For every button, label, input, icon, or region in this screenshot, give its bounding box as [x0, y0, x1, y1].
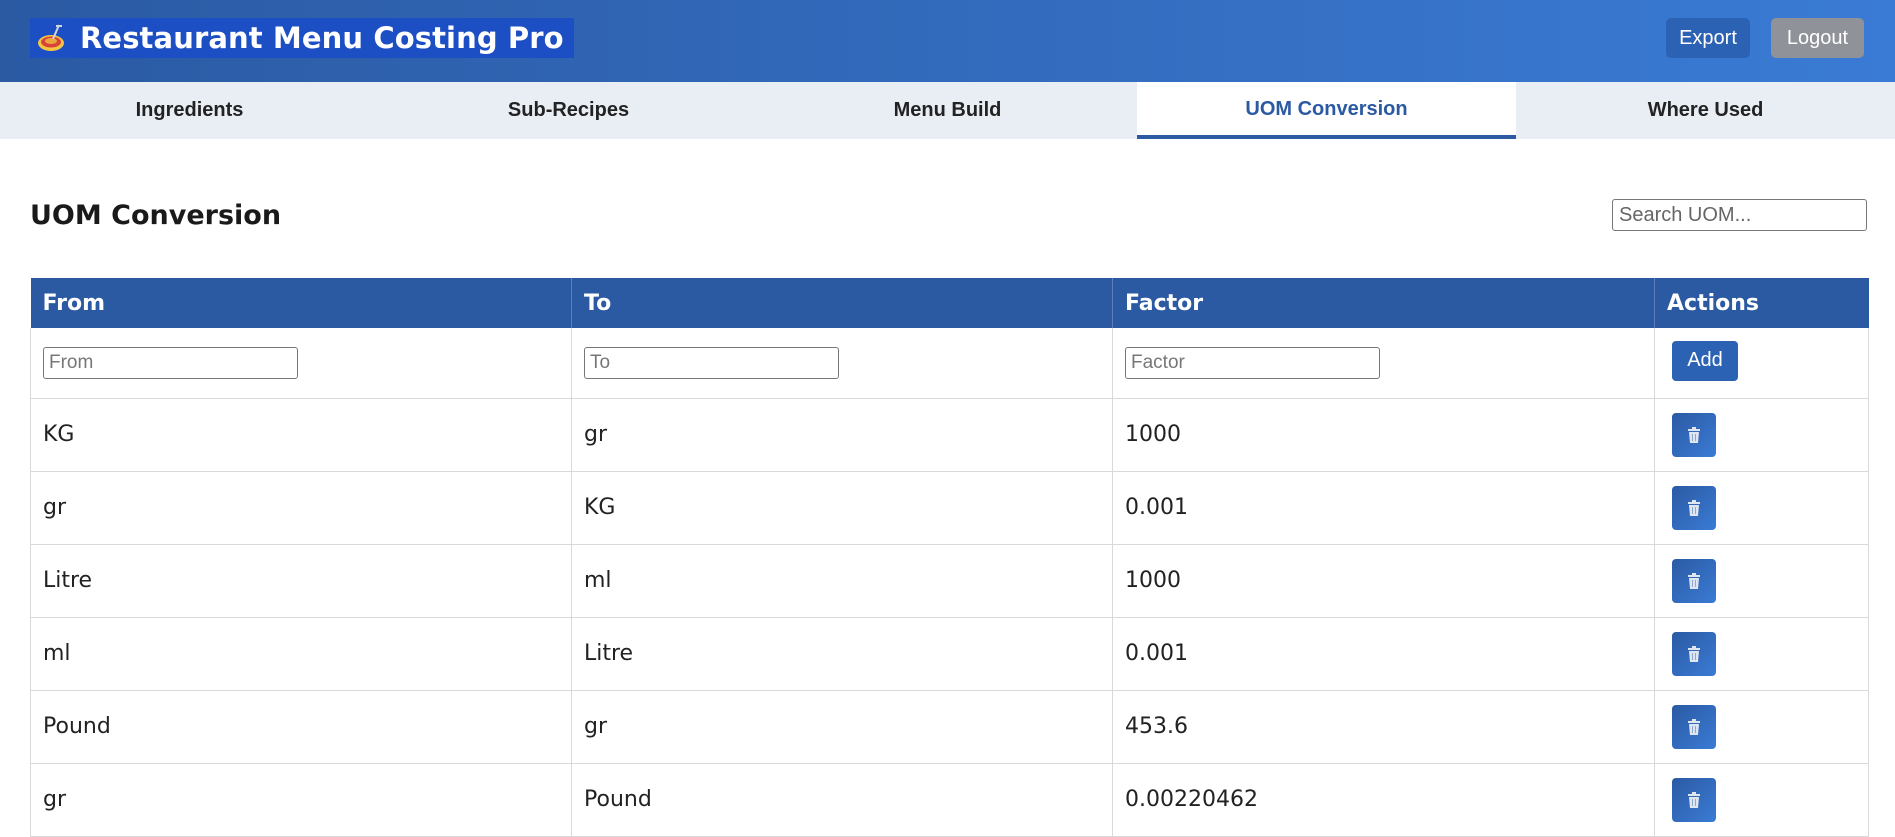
- app-title: Restaurant Menu Costing Pro: [80, 21, 564, 55]
- actions-cell: [1654, 398, 1869, 472]
- column-header-from: From: [30, 278, 572, 328]
- trash-icon: [1688, 499, 1700, 516]
- new-factor-cell: [1112, 328, 1655, 399]
- actions-cell: [1654, 471, 1869, 545]
- table-header-row: From To Factor Actions: [30, 278, 1869, 328]
- table-row: Pound gr 453.6: [30, 690, 1869, 764]
- to-cell: Pound: [571, 763, 1113, 837]
- to-cell: KG: [571, 471, 1113, 545]
- factor-cell: 1000: [1112, 398, 1655, 472]
- tab-sub-recipes[interactable]: Sub-Recipes: [379, 82, 758, 139]
- search-uom-input[interactable]: [1612, 199, 1867, 231]
- delete-button[interactable]: [1672, 485, 1716, 530]
- to-cell: ml: [571, 544, 1113, 618]
- actions-cell: [1654, 544, 1869, 618]
- tab-ingredients[interactable]: Ingredients: [0, 82, 379, 139]
- actions-cell: [1654, 690, 1869, 764]
- to-input[interactable]: [584, 346, 839, 379]
- new-to-cell: [571, 328, 1113, 399]
- table-row: ml Litre 0.001: [30, 617, 1869, 691]
- table-row: gr Pound 0.00220462: [30, 763, 1869, 837]
- app-header: Restaurant Menu Costing Pro Export Logou…: [0, 0, 1895, 82]
- from-cell: gr: [30, 763, 572, 837]
- logout-button[interactable]: Logout: [1771, 18, 1864, 58]
- column-header-to: To: [571, 278, 1113, 328]
- trash-icon: [1688, 572, 1700, 589]
- uom-table: From To Factor Actions Add KG gr 1000 gr: [30, 278, 1869, 837]
- table-row: Litre ml 1000: [30, 544, 1869, 618]
- tab-uom-conversion[interactable]: UOM Conversion: [1137, 82, 1516, 139]
- main-tabs: Ingredients Sub-Recipes Menu Build UOM C…: [0, 82, 1895, 139]
- export-button[interactable]: Export: [1666, 18, 1750, 58]
- new-actions-cell: Add: [1654, 328, 1869, 399]
- delete-button[interactable]: [1672, 777, 1716, 822]
- from-cell: Pound: [30, 690, 572, 764]
- from-cell: KG: [30, 398, 572, 472]
- factor-input[interactable]: [1125, 346, 1380, 379]
- table-row: KG gr 1000: [30, 398, 1869, 472]
- actions-cell: [1654, 763, 1869, 837]
- delete-button[interactable]: [1672, 631, 1716, 676]
- tab-menu-build[interactable]: Menu Build: [758, 82, 1137, 139]
- trash-icon: [1688, 426, 1700, 443]
- factor-cell: 0.001: [1112, 471, 1655, 545]
- page-title: UOM Conversion: [30, 200, 282, 231]
- tab-where-used[interactable]: Where Used: [1516, 82, 1895, 139]
- factor-cell: 453.6: [1112, 690, 1655, 764]
- trash-icon: [1688, 645, 1700, 662]
- factor-cell: 0.00220462: [1112, 763, 1655, 837]
- to-cell: gr: [571, 690, 1113, 764]
- trash-icon: [1688, 718, 1700, 735]
- factor-cell: 1000: [1112, 544, 1655, 618]
- actions-cell: [1654, 617, 1869, 691]
- from-input[interactable]: [43, 346, 298, 379]
- from-cell: ml: [30, 617, 572, 691]
- column-header-factor: Factor: [1112, 278, 1655, 328]
- factor-cell: 0.001: [1112, 617, 1655, 691]
- delete-button[interactable]: [1672, 412, 1716, 457]
- new-conversion-row: Add: [30, 328, 1869, 399]
- delete-button[interactable]: [1672, 704, 1716, 749]
- from-cell: gr: [30, 471, 572, 545]
- add-button[interactable]: Add: [1672, 340, 1738, 381]
- to-cell: Litre: [571, 617, 1113, 691]
- column-header-actions: Actions: [1654, 278, 1869, 328]
- table-row: gr KG 0.001: [30, 471, 1869, 545]
- app-brand[interactable]: Restaurant Menu Costing Pro: [30, 18, 574, 58]
- spaghetti-bowl-icon: [38, 24, 64, 51]
- to-cell: gr: [571, 398, 1113, 472]
- new-from-cell: [30, 328, 572, 399]
- trash-icon: [1688, 791, 1700, 808]
- from-cell: Litre: [30, 544, 572, 618]
- delete-button[interactable]: [1672, 558, 1716, 603]
